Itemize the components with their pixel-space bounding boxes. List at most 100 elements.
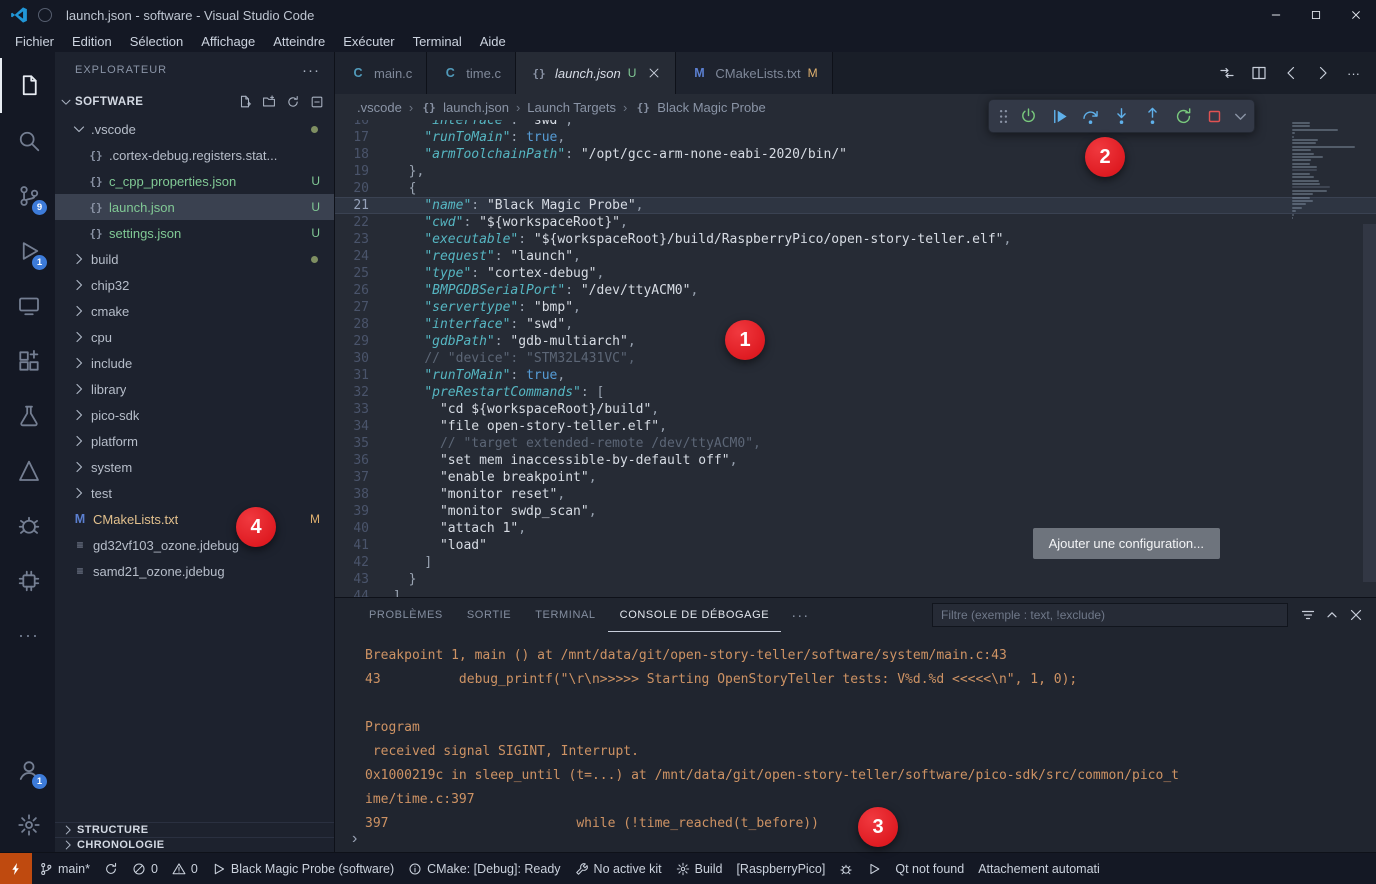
code-line-34[interactable]: 34 "file open-story-teller.elf", bbox=[335, 418, 1376, 435]
line-number[interactable]: 19 bbox=[335, 163, 381, 180]
status-main[interactable]: main* bbox=[32, 853, 97, 884]
new-file-icon[interactable] bbox=[238, 95, 252, 109]
status-black-magic-probe-software[interactable]: Black Magic Probe (software) bbox=[205, 853, 401, 884]
panel-tab-problèmes[interactable]: PROBLÈMES bbox=[357, 598, 455, 632]
panel-tab-sortie[interactable]: SORTIE bbox=[455, 598, 523, 632]
tree-file-launch.json[interactable]: {}launch.jsonU bbox=[55, 194, 334, 220]
menu-item-fichier[interactable]: Fichier bbox=[6, 34, 63, 49]
debug-step-over-button[interactable] bbox=[1075, 102, 1106, 130]
line-number[interactable]: 36 bbox=[335, 452, 381, 469]
code-line-43[interactable]: 43 } bbox=[335, 571, 1376, 588]
tree-folder-system[interactable]: system bbox=[55, 454, 334, 480]
status-bug[interactable] bbox=[832, 853, 860, 884]
refresh-icon[interactable] bbox=[286, 95, 300, 109]
tree-folder-pico-sdk[interactable]: pico-sdk bbox=[55, 402, 334, 428]
panel-tab-console-de-débogage[interactable]: CONSOLE DE DÉBOGAGE bbox=[608, 598, 782, 632]
tree-folder-chip32[interactable]: chip32 bbox=[55, 272, 334, 298]
line-number[interactable]: 34 bbox=[335, 418, 381, 435]
status-sync[interactable] bbox=[97, 853, 125, 884]
code-line-38[interactable]: 38 "monitor reset", bbox=[335, 486, 1376, 503]
line-number[interactable]: 42 bbox=[335, 554, 381, 571]
tree-folder-build[interactable]: build bbox=[55, 246, 334, 272]
tree-file-CMakeLists.txt[interactable]: MCMakeLists.txtM bbox=[55, 506, 334, 532]
activity-account[interactable]: 1 bbox=[0, 742, 55, 797]
line-number[interactable]: 35 bbox=[335, 435, 381, 452]
code-line-35[interactable]: 35 // "target extended-remote /dev/ttyAC… bbox=[335, 435, 1376, 452]
activity-source-control[interactable]: 9 bbox=[0, 168, 55, 223]
menu-item-affichage[interactable]: Affichage bbox=[192, 34, 264, 49]
breadcrumb-item[interactable]: .vscode bbox=[357, 100, 402, 115]
code-line-21[interactable]: 21 "name": "Black Magic Probe", bbox=[335, 197, 1376, 214]
status-attachement-automati[interactable]: Attachement automati bbox=[971, 853, 1107, 884]
collapse-all-icon[interactable] bbox=[310, 95, 324, 109]
code-line-39[interactable]: 39 "monitor swdp_scan", bbox=[335, 503, 1376, 520]
code-line-32[interactable]: 32 "preRestartCommands": [ bbox=[335, 384, 1376, 401]
code-line-26[interactable]: 26 "BMPGDBSerialPort": "/dev/ttyACM0", bbox=[335, 282, 1376, 299]
line-number[interactable]: 20 bbox=[335, 180, 381, 197]
line-number[interactable]: 33 bbox=[335, 401, 381, 418]
line-number[interactable]: 37 bbox=[335, 469, 381, 486]
line-number[interactable]: 30 bbox=[335, 350, 381, 367]
code-line-37[interactable]: 37 "enable breakpoint", bbox=[335, 469, 1376, 486]
line-number[interactable]: 38 bbox=[335, 486, 381, 503]
debug-stop-button[interactable] bbox=[1199, 102, 1230, 130]
activity-run-debug[interactable]: 1 bbox=[0, 223, 55, 278]
status-0[interactable]: 0 bbox=[125, 853, 165, 884]
chevron-up-icon[interactable] bbox=[1324, 607, 1340, 623]
line-number[interactable]: 32 bbox=[335, 384, 381, 401]
maximize-button[interactable] bbox=[1296, 0, 1336, 30]
breadcrumb-item[interactable]: {}launch.json bbox=[420, 100, 509, 115]
minimap[interactable] bbox=[1292, 122, 1360, 220]
activity-explorer[interactable] bbox=[0, 58, 55, 113]
breadcrumb-item[interactable]: {}Black Magic Probe bbox=[634, 100, 765, 115]
list-filter-icon[interactable] bbox=[1300, 607, 1316, 623]
line-number[interactable]: 31 bbox=[335, 367, 381, 384]
tree-folder-include[interactable]: include bbox=[55, 350, 334, 376]
debug-console-filter-input[interactable] bbox=[932, 603, 1288, 627]
tree-folder-cmake[interactable]: cmake bbox=[55, 298, 334, 324]
tree-file-settings.json[interactable]: {}settings.jsonU bbox=[55, 220, 334, 246]
menu-item-atteindre[interactable]: Atteindre bbox=[264, 34, 334, 49]
close-icon[interactable] bbox=[647, 66, 661, 80]
line-number[interactable]: 43 bbox=[335, 571, 381, 588]
menu-item-sélection[interactable]: Sélection bbox=[121, 34, 192, 49]
add-configuration-button[interactable]: Ajouter une configuration... bbox=[1033, 528, 1220, 559]
code-line-25[interactable]: 25 "type": "cortex-debug", bbox=[335, 265, 1376, 282]
activity-search[interactable] bbox=[0, 113, 55, 168]
tree-file-.cortex-debug.registers.stat...[interactable]: {}.cortex-debug.registers.stat... bbox=[55, 142, 334, 168]
panel-tab-terminal[interactable]: TERMINAL bbox=[523, 598, 607, 632]
nav-back-icon[interactable] bbox=[1283, 65, 1299, 81]
panel-more-icon[interactable]: ··· bbox=[781, 607, 819, 624]
sidebar-more-icon[interactable]: ··· bbox=[302, 62, 320, 79]
activity-extensions[interactable] bbox=[0, 333, 55, 388]
tree-folder-test[interactable]: test bbox=[55, 480, 334, 506]
menu-item-aide[interactable]: Aide bbox=[471, 34, 515, 49]
status-lightning[interactable] bbox=[0, 853, 32, 884]
close-button[interactable] bbox=[1336, 0, 1376, 30]
line-number[interactable]: 17 bbox=[335, 129, 381, 146]
tree-folder-cpu[interactable]: cpu bbox=[55, 324, 334, 350]
tab-main.c[interactable]: Cmain.c bbox=[335, 52, 427, 94]
minimize-button[interactable] bbox=[1256, 0, 1296, 30]
activity-chip[interactable] bbox=[0, 553, 55, 608]
code-line-23[interactable]: 23 "executable": "${workspaceRoot}/build… bbox=[335, 231, 1376, 248]
tree-file-gd32vf103_ozone.jdebug[interactable]: ≡gd32vf103_ozone.jdebug bbox=[55, 532, 334, 558]
tree-file-samd21_ozone.jdebug[interactable]: ≡samd21_ozone.jdebug bbox=[55, 558, 334, 584]
nav-forward-icon[interactable] bbox=[1315, 65, 1331, 81]
tab-launch.json[interactable]: {}launch.jsonU bbox=[516, 52, 676, 94]
activity-cmake[interactable] bbox=[0, 443, 55, 498]
code-line-18[interactable]: 18 "armToolchainPath": "/opt/gcc-arm-non… bbox=[335, 146, 1376, 163]
code-line-20[interactable]: 20 { bbox=[335, 180, 1376, 197]
line-number[interactable]: 26 bbox=[335, 282, 381, 299]
section-structure[interactable]: STRUCTURE bbox=[55, 822, 334, 837]
code-line-19[interactable]: 19 }, bbox=[335, 163, 1376, 180]
line-number[interactable]: 39 bbox=[335, 503, 381, 520]
line-number[interactable]: 16 bbox=[335, 120, 381, 129]
console-input-caret[interactable]: › bbox=[352, 830, 357, 848]
line-number[interactable]: 29 bbox=[335, 333, 381, 350]
code-line-24[interactable]: 24 "request": "launch", bbox=[335, 248, 1376, 265]
status-qt-not-found[interactable]: Qt not found bbox=[888, 853, 971, 884]
new-folder-icon[interactable] bbox=[262, 95, 276, 109]
status-0[interactable]: 0 bbox=[165, 853, 205, 884]
status-no-active-kit[interactable]: No active kit bbox=[568, 853, 669, 884]
